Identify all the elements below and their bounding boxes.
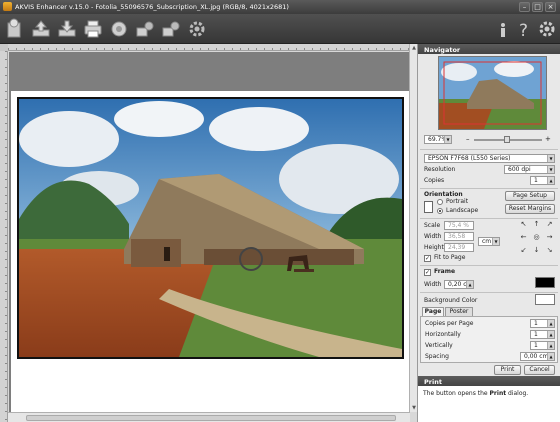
tab-poster[interactable]: Poster — [445, 307, 473, 316]
separator — [420, 218, 558, 219]
batch-icon[interactable] — [134, 18, 156, 40]
ruler-top — [8, 44, 410, 51]
print-preview-canvas[interactable] — [9, 52, 409, 422]
tab-page[interactable]: Page — [422, 307, 444, 316]
fit-to-page-label[interactable]: Fit to Page — [434, 254, 465, 261]
orientation-label: Orientation — [424, 191, 463, 198]
settings-panel: Navigator 69.7% ▼ – + EPSON F7F68 (L550 S… — [417, 44, 560, 422]
copies-label: Copies — [424, 177, 445, 184]
title-bar: AKVIS Enhancer v.15.0 - Fotolia_55096576… — [0, 0, 560, 14]
reset-margins-button[interactable]: Reset Margins — [505, 204, 555, 214]
presets-icon[interactable] — [160, 18, 182, 40]
frame-label[interactable]: Frame — [434, 268, 455, 275]
home-icon[interactable] — [3, 18, 25, 40]
resolution-label: Resolution — [424, 166, 456, 173]
align-top-icon[interactable]: ↑ — [532, 220, 541, 229]
help-icon[interactable]: ? — [514, 18, 536, 41]
help-panel: The button opens the Print dialog. — [418, 386, 560, 422]
copies-per-page-input[interactable]: 1 ▲ — [530, 319, 555, 328]
align-top-left-icon[interactable]: ↖ — [519, 220, 528, 229]
preferences-icon[interactable] — [536, 18, 558, 40]
width-input[interactable]: 36,58 — [444, 232, 474, 241]
scale-input[interactable]: 75,4 % — [444, 221, 474, 230]
save-icon[interactable] — [56, 18, 78, 40]
portrait-label[interactable]: Portrait — [446, 198, 468, 205]
frame-color-swatch[interactable] — [535, 277, 555, 288]
landscape-label[interactable]: Landscape — [446, 207, 478, 214]
horizontal-scrollbar[interactable] — [8, 412, 410, 422]
separator — [420, 149, 558, 150]
preview-image — [17, 97, 404, 359]
printer-select[interactable]: EPSON F7F68 (L550 Series) ▼ — [424, 154, 555, 163]
spacing-label: Spacing — [425, 353, 449, 360]
paper-sheet — [11, 91, 409, 422]
app-logo-icon — [3, 2, 12, 11]
align-right-icon[interactable]: → — [545, 233, 554, 242]
separator — [420, 188, 558, 189]
toolbar: ? — [0, 14, 560, 44]
zoom-slider-thumb[interactable] — [504, 136, 510, 143]
navigator-thumbnail[interactable] — [438, 56, 547, 130]
units-select[interactable]: cm ▼ — [478, 237, 500, 246]
align-center-icon[interactable]: ◎ — [532, 233, 541, 242]
copies-input[interactable]: 1 ▲ — [530, 176, 555, 185]
print-button[interactable]: Print — [494, 365, 521, 375]
vertical-scrollbar[interactable]: ▲ ▼ — [409, 44, 417, 412]
zoom-in-icon[interactable]: + — [545, 135, 551, 143]
background-color-label: Background Color — [424, 297, 478, 304]
vertically-label: Vertically — [425, 342, 453, 349]
portrait-radio[interactable] — [437, 199, 443, 205]
frame-width-label: Width — [424, 281, 442, 288]
settings-icon[interactable] — [186, 18, 208, 40]
copies-per-page-label: Copies per Page — [425, 320, 474, 327]
horizontally-input[interactable]: 1 ▲ — [530, 330, 555, 339]
window-title: AKVIS Enhancer v.15.0 - Fotolia_55096576… — [15, 3, 289, 11]
height-input[interactable]: 24,39 — [444, 243, 474, 252]
height-label: Height — [424, 244, 444, 251]
info-icon[interactable] — [492, 18, 514, 40]
tab-content: Copies per Page 1 ▲ Horizontally 1 ▲ Verti… — [420, 316, 558, 363]
scale-label: Scale — [424, 222, 441, 229]
share-icon[interactable] — [108, 18, 130, 40]
align-bottom-right-icon[interactable]: ↘ — [545, 246, 554, 255]
align-top-right-icon[interactable]: ↗ — [545, 220, 554, 229]
scroll-thumb[interactable] — [26, 415, 396, 421]
ruler-left — [0, 51, 8, 422]
open-icon[interactable] — [30, 18, 52, 40]
resolution-select[interactable]: 600 dpi ▼ — [504, 165, 555, 174]
fit-to-page-checkbox[interactable]: ✓ — [424, 255, 431, 262]
background-color-swatch[interactable] — [535, 294, 555, 305]
navigator-header: Navigator — [418, 44, 560, 54]
align-bottom-icon[interactable]: ↓ — [532, 246, 541, 255]
ruler-corner — [0, 44, 8, 51]
orientation-page-icon — [424, 201, 433, 213]
landscape-radio[interactable] — [437, 208, 443, 214]
spacing-input[interactable]: 0,00 cm ▲ — [520, 352, 555, 361]
page-setup-button[interactable]: Page Setup — [505, 191, 555, 201]
maximize-button[interactable]: □ — [532, 2, 543, 12]
zoom-out-icon[interactable]: – — [466, 135, 470, 143]
help-text: The button opens the Print dialog. — [423, 390, 529, 397]
horizontally-label: Horizontally — [425, 331, 461, 338]
cancel-button[interactable]: Cancel — [524, 365, 555, 375]
frame-checkbox[interactable]: ✓ — [424, 269, 431, 276]
separator — [420, 292, 558, 293]
frame-width-input[interactable]: 0,20 cm ▲ — [444, 280, 474, 289]
vertically-input[interactable]: 1 ▲ — [530, 341, 555, 350]
help-header: Print — [418, 376, 560, 386]
width-label: Width — [424, 233, 442, 240]
print-icon[interactable] — [82, 18, 104, 40]
minimize-button[interactable]: – — [519, 2, 530, 12]
align-left-icon[interactable]: ← — [519, 233, 528, 242]
separator — [420, 265, 558, 266]
zoom-select[interactable]: 69.7% ▼ — [424, 135, 452, 144]
align-bottom-left-icon[interactable]: ↙ — [519, 246, 528, 255]
close-button[interactable]: × — [545, 2, 556, 12]
svg-text:?: ? — [519, 21, 528, 40]
